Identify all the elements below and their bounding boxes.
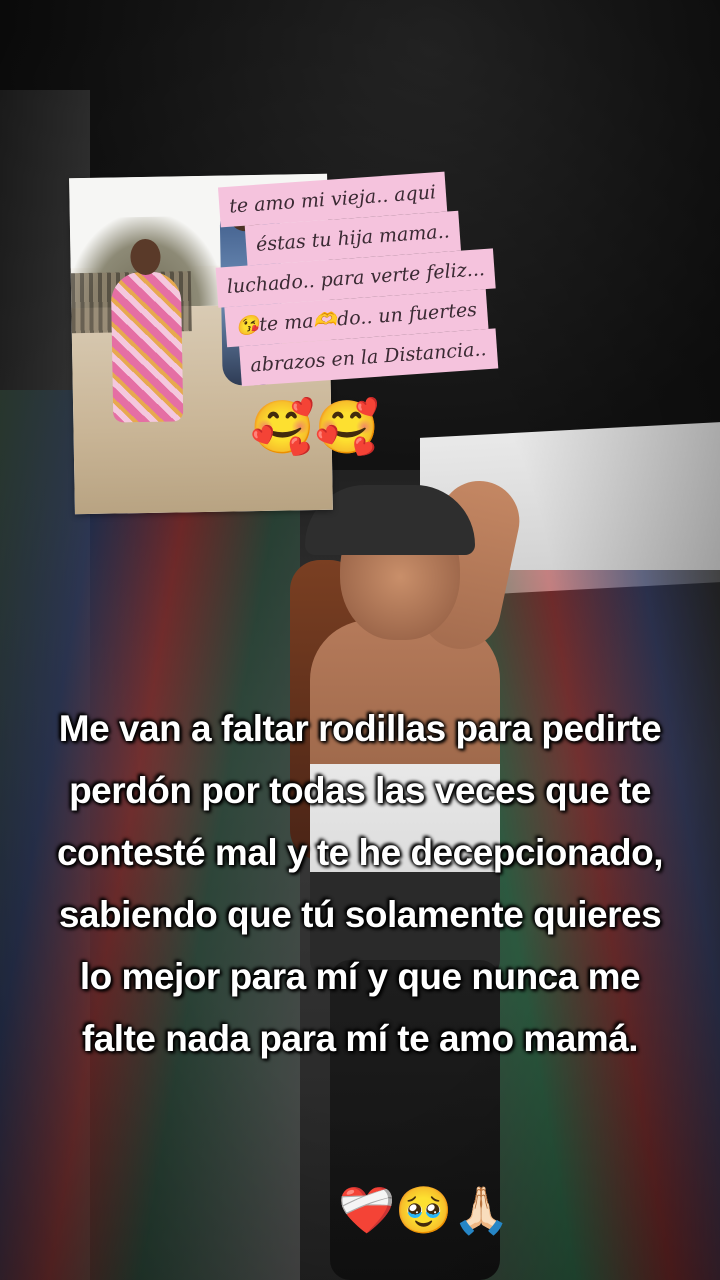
caption-text: Me van a faltar rodillas para pedirte pe… <box>56 708 664 1059</box>
photo-woman-dress <box>110 271 184 423</box>
smiling-hearts-emoji-sticker: 🥰🥰 <box>250 398 380 458</box>
pink-note-sticker: te amo mi vieja.. aqui éstas tu hija mam… <box>210 165 548 387</box>
caption-emojis: ❤️‍🩹🥹🙏🏻 <box>338 1183 510 1237</box>
